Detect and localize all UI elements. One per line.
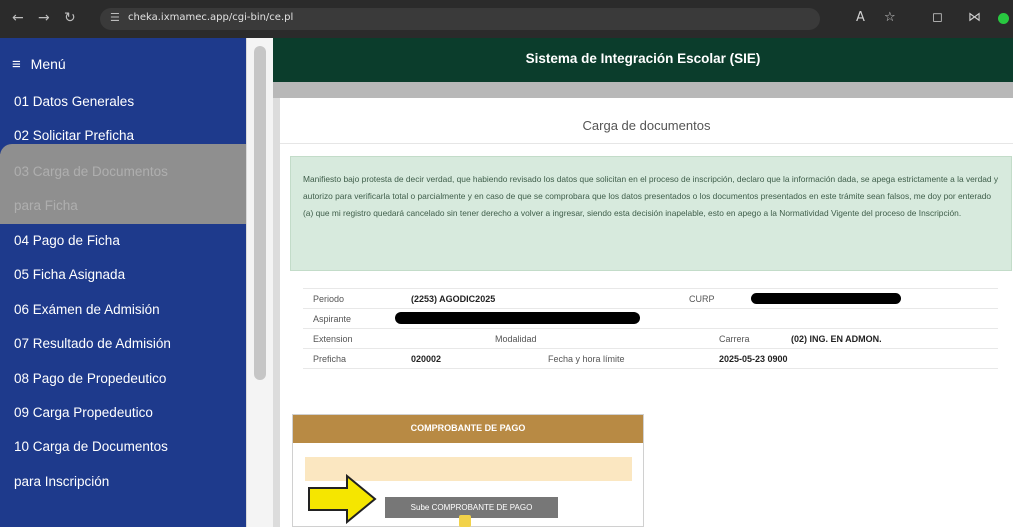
- disclaimer-text: Manifiesto bajo protesta de decir verdad…: [303, 174, 999, 218]
- table-divider: [303, 368, 998, 369]
- table-divider: [303, 328, 998, 329]
- address-bar[interactable]: ☰ cheka.ixmamec.app/cgi-bin/ce.pl: [100, 8, 820, 30]
- sidebar-scrollbar[interactable]: [246, 38, 273, 527]
- site-info-icon[interactable]: ☰: [110, 11, 120, 24]
- forward-icon[interactable]: →: [38, 10, 50, 26]
- carrera-value: (02) ING. EN ADMON.: [791, 334, 882, 344]
- page-title: Carga de documentos: [582, 118, 711, 133]
- arrow-pointer-icon: [308, 474, 377, 524]
- disclaimer-notice: Manifiesto bajo protesta de decir verdad…: [290, 156, 1012, 271]
- periodo-value: (2253) AGODIC2025: [411, 294, 496, 304]
- translate-icon[interactable]: A: [856, 10, 865, 25]
- app-title: Sistema de Integración Escolar (SIE): [525, 51, 761, 66]
- sidebar-item-examen-admision[interactable]: 06 Exámen de Admisión: [14, 302, 160, 317]
- mouse-cursor-icon: [459, 515, 471, 527]
- preficha-label: Preficha: [313, 354, 347, 364]
- carrera-label: Carrera: [719, 334, 750, 344]
- sidebar-item-carga-propedeutico[interactable]: 09 Carga Propedeutico: [14, 405, 153, 420]
- extensions-icon[interactable]: ◻: [932, 10, 943, 25]
- upload-comprobante-button[interactable]: Sube COMPROBANTE DE PAGO: [385, 497, 558, 518]
- menu-label: Menú: [30, 56, 66, 72]
- curp-redaction: [751, 293, 901, 304]
- menu-toggle[interactable]: ≡ Menú: [12, 56, 66, 73]
- arrow-shape: [308, 474, 377, 524]
- table-divider: [303, 348, 998, 349]
- fecha-limite-value: 2025-05-23 0900: [719, 354, 788, 364]
- sidebar-item-ficha-asignada[interactable]: 05 Ficha Asignada: [14, 267, 125, 282]
- star-icon[interactable]: ☆: [884, 10, 896, 25]
- sidebar-item-datos-generales[interactable]: 01 Datos Generales: [14, 94, 134, 109]
- comprobante-title: COMPROBANTE DE PAGO: [410, 423, 526, 433]
- browser-toolbar: ← → ↻ ☰ cheka.ixmamec.app/cgi-bin/ce.pl …: [0, 0, 1013, 38]
- curp-label: CURP: [689, 294, 715, 304]
- sidebar-item-resultado-admision[interactable]: 07 Resultado de Admisión: [14, 336, 171, 351]
- aspirante-redaction: [395, 312, 640, 324]
- title-divider: [280, 143, 1013, 144]
- aspirante-label: Aspirante: [313, 314, 352, 324]
- comprobante-header: COMPROBANTE DE PAGO: [293, 415, 643, 443]
- hamburger-icon: ≡: [12, 56, 21, 73]
- status-dot-icon: [998, 13, 1009, 24]
- table-divider: [303, 288, 998, 289]
- scrollbar-thumb[interactable]: [254, 46, 266, 380]
- back-icon[interactable]: ←: [12, 10, 24, 26]
- profile-icon[interactable]: ⋈: [968, 10, 981, 25]
- preficha-value: 020002: [411, 354, 442, 364]
- sidebar-item-carga-documentos-ficha[interactable]: 03 Carga de Documentos: [14, 164, 168, 179]
- periodo-label: Periodo: [313, 294, 345, 304]
- sidebar-item-carga-documentos-inscripcion-line2[interactable]: para Inscripción: [14, 474, 109, 489]
- sidebar-item-carga-documentos-ficha-line2[interactable]: para Ficha: [14, 198, 78, 213]
- url-text: cheka.ixmamec.app/cgi-bin/ce.pl: [128, 12, 294, 23]
- extension-label: Extension: [313, 334, 353, 344]
- sidebar-item-solicitar-preficha[interactable]: 02 Solicitar Preficha: [14, 128, 134, 143]
- header-strip: [273, 82, 1013, 98]
- app-header: Sistema de Integración Escolar (SIE): [273, 38, 1013, 82]
- sidebar-item-pago-ficha[interactable]: 04 Pago de Ficha: [14, 233, 120, 248]
- sidebar-item-pago-propedeutico[interactable]: 08 Pago de Propedeutico: [14, 371, 166, 386]
- reload-icon[interactable]: ↻: [64, 10, 76, 26]
- modalidad-label: Modalidad: [495, 334, 537, 344]
- sidebar: ≡ Menú 01 Datos Generales 02 Solicitar P…: [0, 38, 246, 527]
- table-divider: [303, 308, 998, 309]
- sidebar-item-carga-documentos-inscripcion[interactable]: 10 Carga de Documentos: [14, 439, 168, 454]
- main-content: Carga de documentos Manifiesto bajo prot…: [280, 98, 1013, 527]
- fecha-limite-label: Fecha y hora límite: [548, 354, 625, 364]
